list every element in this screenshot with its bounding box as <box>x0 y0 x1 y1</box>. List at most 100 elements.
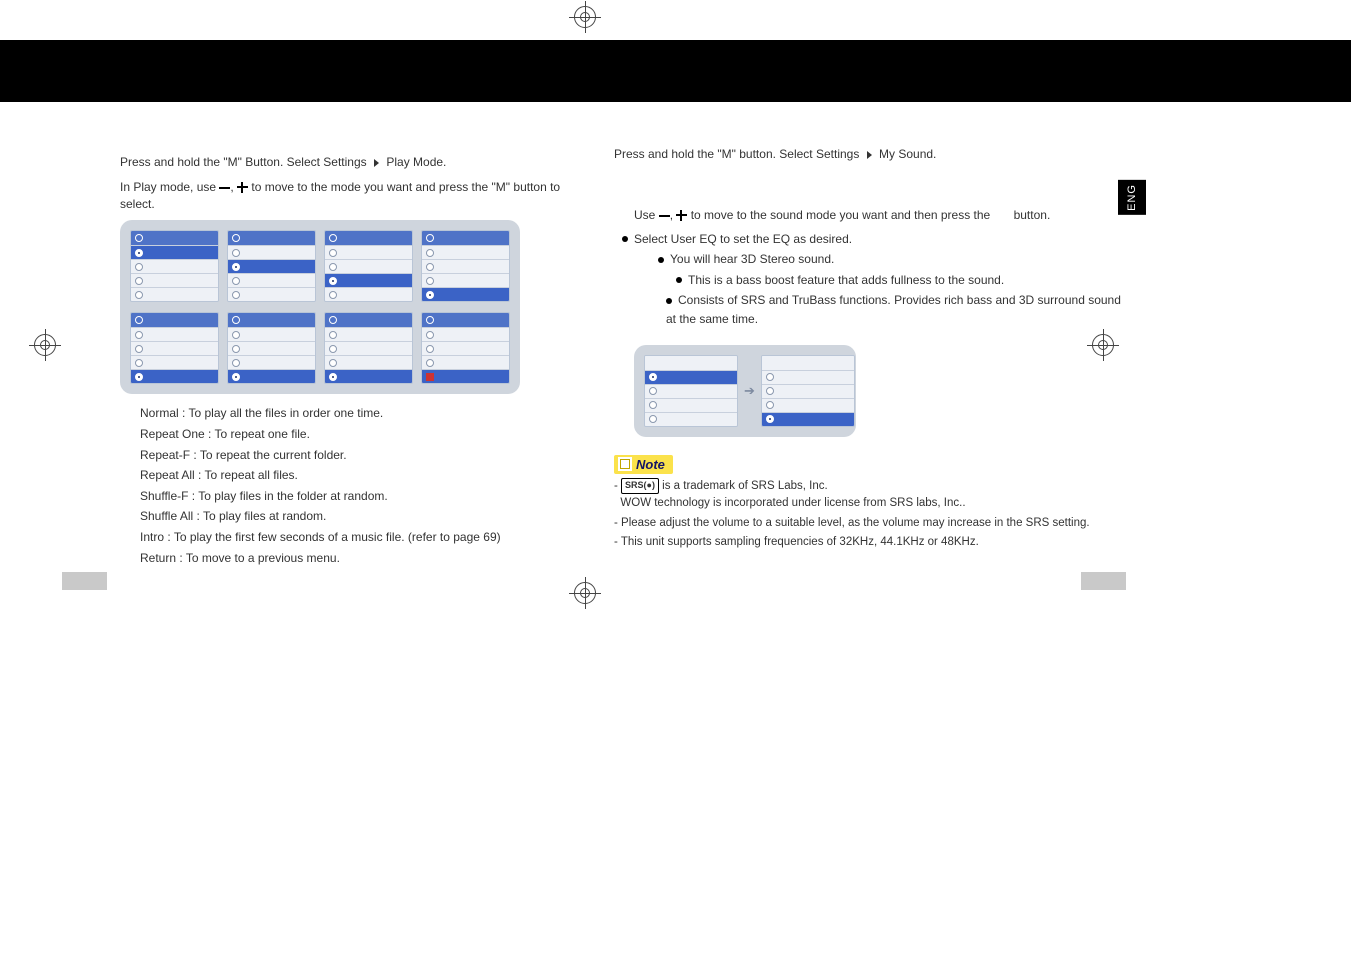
right-step2-mid: , <box>670 208 677 222</box>
mode-desc: To repeat all files. <box>205 468 298 482</box>
note-icon <box>618 457 632 471</box>
radio-on-icon <box>329 277 337 285</box>
plus-icon <box>676 210 687 221</box>
radio-icon <box>766 387 774 395</box>
gear-icon <box>426 234 434 242</box>
note-prefix: - <box>614 480 621 492</box>
page-number-box <box>1081 572 1126 590</box>
minus-icon <box>219 187 230 189</box>
left-step2-prefix: In Play mode, use <box>120 180 219 194</box>
radio-icon <box>135 263 143 271</box>
left-step2: In Play mode, use , to move to the mode … <box>120 179 574 213</box>
radio-icon <box>232 249 240 257</box>
registration-mark-bottom <box>570 582 600 612</box>
radio-icon <box>135 345 143 353</box>
radio-on-icon <box>135 249 143 257</box>
radio-icon <box>649 415 657 423</box>
radio-on-icon <box>649 373 657 381</box>
screen-thumb <box>130 312 219 384</box>
note-text: is a trademark of SRS Labs, Inc. <box>659 480 828 492</box>
screen-thumb <box>761 355 855 427</box>
gear-icon <box>135 234 143 242</box>
mode-label: Shuffle All <box>140 509 193 523</box>
radio-icon <box>766 373 774 381</box>
left-mode-list: Normal : To play all the files in order … <box>140 404 574 567</box>
screen-thumb <box>324 312 413 384</box>
radio-on-icon <box>135 373 143 381</box>
radio-icon <box>329 359 337 367</box>
mode-label: Normal <box>140 406 179 420</box>
radio-icon <box>232 359 240 367</box>
mode-desc: To play the first few seconds of a music… <box>174 530 501 544</box>
screen-thumb <box>644 355 738 427</box>
arrow-right-icon: ➔ <box>744 383 755 399</box>
radio-on-icon <box>232 373 240 381</box>
radio-icon <box>329 331 337 339</box>
screens-row-2 <box>130 312 510 384</box>
right-step1-prefix: Press and hold the "M" button. Select Se… <box>614 147 859 161</box>
chevron-right-icon <box>867 151 872 159</box>
minus-icon <box>659 215 670 217</box>
right-screens-panel: ➔ <box>634 345 856 437</box>
mode-desc: To repeat one file. <box>215 427 310 441</box>
screen-thumb <box>227 312 316 384</box>
radio-icon <box>135 359 143 367</box>
bullet-icon <box>658 257 664 263</box>
note-text: - Please adjust the volume to a suitable… <box>614 515 1126 532</box>
radio-icon <box>426 263 434 271</box>
return-icon <box>426 373 434 381</box>
mode-label: Return <box>140 551 176 565</box>
radio-on-icon <box>766 415 774 423</box>
note-block: Note - SRS(●) is a trademark of SRS Labs… <box>614 455 1126 552</box>
mode-label: Intro <box>140 530 164 544</box>
gear-icon <box>426 316 434 324</box>
mode-desc: To play files at random. <box>203 509 326 523</box>
mode-label: Shuffle-F <box>140 489 188 503</box>
screen-thumb <box>227 230 316 302</box>
radio-icon <box>426 345 434 353</box>
radio-icon <box>649 387 657 395</box>
right-step2: Use , to move to the sound mode you want… <box>634 207 1126 224</box>
chevron-right-icon <box>374 159 379 167</box>
screen-thumb <box>421 230 510 302</box>
right-definitions: Select User EQ to set the EQ as desired.… <box>622 230 1126 329</box>
mode-desc: To move to a previous menu. <box>186 551 340 565</box>
def-desc: This is a bass boost feature that adds f… <box>688 273 1004 287</box>
registration-mark-top <box>570 6 600 36</box>
radio-on-icon <box>329 373 337 381</box>
radio-icon <box>329 249 337 257</box>
radio-on-icon <box>426 291 434 299</box>
right-step2-prefix: Use <box>634 208 659 222</box>
right-step1: Press and hold the "M" button. Select Se… <box>614 146 1126 163</box>
radio-icon <box>232 291 240 299</box>
screen-thumb <box>421 312 510 384</box>
radio-icon <box>135 277 143 285</box>
registration-mark-left <box>30 334 60 364</box>
radio-on-icon <box>232 263 240 271</box>
def-desc: Consists of SRS and TruBass functions. P… <box>666 293 1121 326</box>
radio-icon <box>329 263 337 271</box>
left-step1-prefix: Press and hold the "M" Button. Select Se… <box>120 155 367 169</box>
note-lines: - SRS(●) is a trademark of SRS Labs, Inc… <box>614 478 1126 551</box>
gear-icon <box>329 234 337 242</box>
radio-icon <box>426 249 434 257</box>
page-number-box <box>62 572 107 590</box>
right-page: ENG Press and hold the "M" button. Selec… <box>614 40 1126 600</box>
note-text: WOW technology is incorporated under lic… <box>620 497 965 509</box>
left-step2-mid: , <box>230 180 237 194</box>
left-screens-panel <box>120 220 520 394</box>
right-step1-suffix: My Sound. <box>879 147 936 161</box>
srs-logo-icon: SRS(●) <box>621 478 659 494</box>
bullet-icon <box>666 298 672 304</box>
screen-thumb <box>130 230 219 302</box>
right-step2-tail: button. <box>1014 208 1051 222</box>
left-step1-suffix: Play Mode. <box>386 155 446 169</box>
radio-icon <box>232 277 240 285</box>
radio-icon <box>329 291 337 299</box>
mode-desc: To play files in the folder at random. <box>198 489 387 503</box>
left-page: Press and hold the "M" Button. Select Se… <box>62 40 574 600</box>
radio-icon <box>135 331 143 339</box>
screens-row-1 <box>130 230 510 302</box>
gear-icon <box>135 316 143 324</box>
def-desc: You will hear 3D Stereo sound. <box>670 252 834 266</box>
